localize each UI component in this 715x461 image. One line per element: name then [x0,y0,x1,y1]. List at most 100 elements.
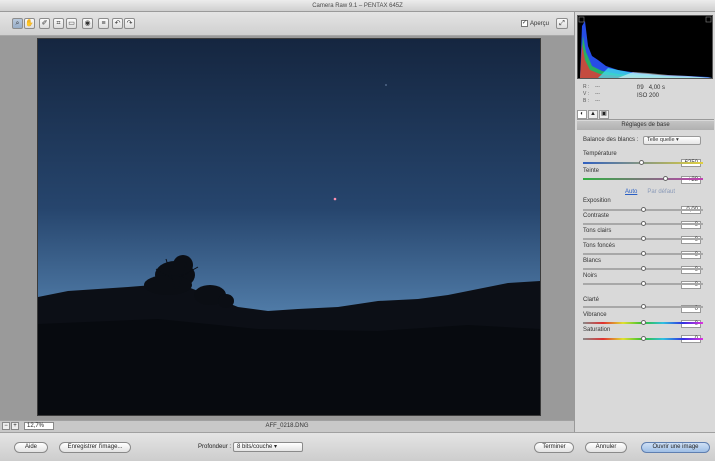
saturation-row: Saturation 0 [583,326,711,343]
histogram [577,15,713,79]
depth-select[interactable]: 8 bits/couche ▾ [233,442,303,452]
preferences-tool-icon[interactable]: ≡ [98,18,109,29]
window-title: Camera Raw 9.1 – PENTAX 645Z [312,3,403,9]
right-panel: R : --- V : --- B : --- f/9 4,00 s ISO 2… [574,12,715,432]
saturation-label: Saturation [583,327,611,333]
preview-label: Aperçu [530,21,550,28]
clarity-label: Clarté [583,297,600,303]
aperture-value: f/9 [637,85,644,91]
clarity-row: Clarté 0 [583,296,711,313]
tint-thumb[interactable] [663,176,668,181]
star-dot [385,84,387,86]
rgb-readout: R : --- V : --- B : --- f/9 4,00 s ISO 2… [579,84,713,106]
exposure-label: Exposition [583,198,611,204]
section-title: Réglages de base [577,121,714,130]
whites-label: Blancs [583,258,602,264]
image-canvas [0,36,574,420]
highlights-slider[interactable] [583,236,703,241]
histogram-graph [578,16,712,78]
tint-slider[interactable] [583,176,703,181]
shadows-label: Tons foncés [583,243,616,249]
tone-curve-tab-icon[interactable]: ▲ [588,110,598,119]
temperature-row: Température 6250 [583,150,711,167]
exposure-slider[interactable] [583,207,703,212]
saturation-slider[interactable] [583,336,703,341]
zoom-control: − +12,7% [2,422,54,431]
panel-tabs: ◐ ▲ ▣ [577,110,714,120]
open-image-button[interactable]: Ouvrir une image [641,442,710,453]
wb-select[interactable]: Telle quelle ▾ [643,136,701,145]
redeye-tool-icon[interactable]: ◉ [82,18,93,29]
zoom-in-button[interactable]: + [11,422,19,430]
save-image-button[interactable]: Enregistrer l'image... [59,442,131,453]
basic-tab-icon[interactable]: ◐ [577,110,587,119]
exposure-row: Exposition 0,00 [583,197,711,214]
status-bar: AFF_0218.DNG − +12,7% [0,420,574,432]
blacks-slider[interactable] [583,281,703,286]
temperature-thumb[interactable] [639,160,644,165]
r-value: --- [595,84,600,90]
vibrance-thumb[interactable] [641,320,646,325]
depth-value: 8 bits/couche [237,444,273,450]
iso-value: ISO 200 [637,93,660,99]
rotate-right-icon[interactable]: ↷ [124,18,135,29]
fullscreen-icon[interactable]: ⤢ [556,18,568,29]
whites-row: Blancs 0 [583,257,711,274]
wb-label: Balance des blancs : [583,137,639,143]
saturation-thumb[interactable] [641,336,646,341]
highlights-thumb[interactable] [641,236,646,241]
camera-raw-window: Camera Raw 9.1 – PENTAX 645Z ⌕ ✋ ✐ ⌗ ▭ ◉… [0,0,715,461]
wb-value: Telle quelle [647,137,675,143]
highlights-label: Tons clairs [583,228,612,234]
filename-label: AFF_0218.DNG [265,423,309,429]
preview-checkbox[interactable]: ✓ Aperçu [521,20,549,29]
zoom-level-select[interactable]: 12,7% [24,422,54,430]
photo-preview[interactable] [37,38,541,416]
blacks-label: Noirs [583,273,598,279]
rotate-left-icon[interactable]: ↶ [112,18,123,29]
temperature-slider[interactable] [583,160,703,165]
cancel-button[interactable]: Annuler [585,442,627,453]
bottom-bar: Aide Enregistrer l'image... Profondeur :… [0,432,715,461]
foreground-dark [38,319,540,415]
vibrance-row: Vibrance 0 [583,311,711,328]
shadows-row: Tons foncés 0 [583,242,711,259]
hand-tool-icon[interactable]: ✋ [24,18,35,29]
detail-tab-icon[interactable]: ▣ [599,110,609,119]
white-balance-tool-icon[interactable]: ✐ [39,18,50,29]
shadows-slider[interactable] [583,251,703,256]
blacks-thumb[interactable] [641,281,646,286]
shadows-thumb[interactable] [641,251,646,256]
done-button[interactable]: Terminer [534,442,574,453]
title-bar: Camera Raw 9.1 – PENTAX 645Z [0,0,715,12]
straighten-tool-icon[interactable]: ▭ [66,18,77,29]
clarity-slider[interactable] [583,304,703,309]
zoom-tool-icon[interactable]: ⌕ [12,18,23,29]
v-label: V : [583,91,590,97]
whites-slider[interactable] [583,266,703,271]
auto-default-links: Auto Par défaut [625,188,675,196]
clarity-thumb[interactable] [641,304,646,309]
star-dot [333,197,337,201]
highlights-row: Tons clairs 0 [583,227,711,244]
help-button[interactable]: Aide [14,442,48,453]
zoom-out-button[interactable]: − [2,422,10,430]
vibrance-label: Vibrance [583,312,607,318]
whites-thumb[interactable] [641,266,646,271]
blacks-row: Noirs 0 [583,272,711,289]
default-link[interactable]: Par défaut [647,189,675,195]
wb-row: Balance des blancs : Telle quelle ▾ [583,136,711,145]
vibrance-slider[interactable] [583,320,703,325]
camera-info: f/9 4,00 s ISO 200 [637,84,665,100]
v-value: --- [595,91,600,97]
crop-tool-icon[interactable]: ⌗ [53,18,64,29]
b-label: B : [583,98,590,104]
contrast-row: Contraste 0 [583,212,711,229]
preview-checkbox-box[interactable]: ✓ [521,20,528,27]
contrast-thumb[interactable] [641,221,646,226]
landscape-photo [38,39,540,415]
auto-link[interactable]: Auto [625,189,637,195]
contrast-slider[interactable] [583,221,703,226]
tint-label: Teinte [583,168,600,174]
b-value: --- [595,98,600,104]
